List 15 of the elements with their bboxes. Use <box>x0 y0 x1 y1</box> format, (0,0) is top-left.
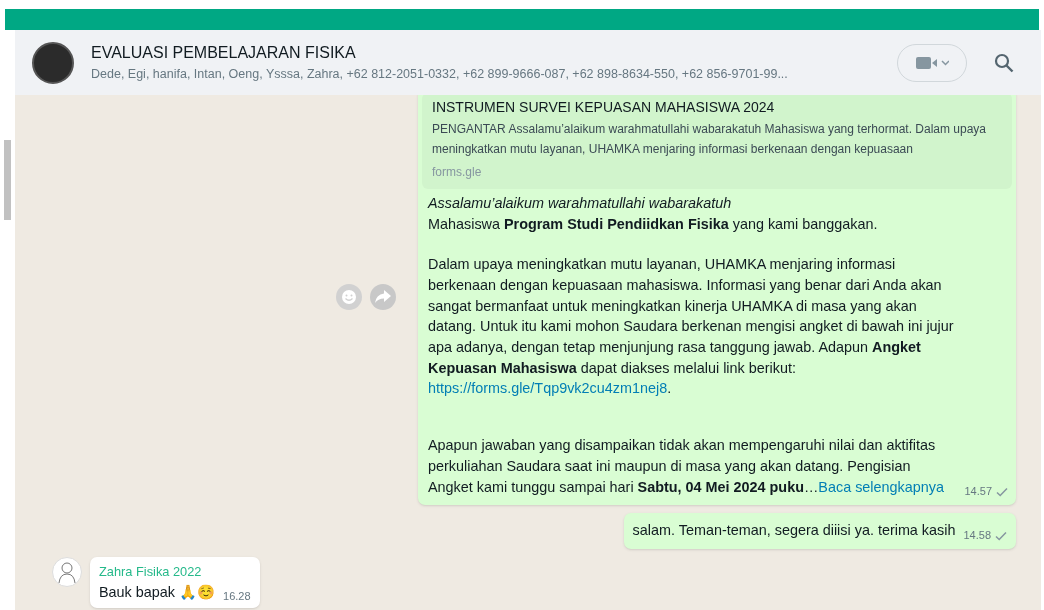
message-text: Assalamu’alaikum warahmatullahi wabarakatuh Mahasiswa Program Studi Pendiidkan Fisika yang kami banggakan. <box>428 193 879 234</box>
sender-name: Zahra Fisika 2022 <box>99 563 203 581</box>
preview-domain: forms.gle <box>432 164 483 182</box>
message-time: 14.57 <box>964 484 992 500</box>
message-text: Bauk bapak 🙏☺ <box>99 583 215 602</box>
message-time: 16.28 <box>223 589 251 604</box>
member-list: Dede, Egi, hanifa, Intan, Oeng, Ysssa, Zahra, +62 812-2051-0332, +62 899-9666-087, +62 898-8634-550, +62 856-9701-99... <box>91 65 868 84</box>
chat-title: EVALUASI PEMBELAJARAN FISIKA <box>91 43 357 64</box>
message-text: salam. Teman-teman, segera diiisi ya. terima kasih <box>632 521 956 541</box>
message-text: Apapun jawaban yang disampaikan tidak akan mempengaruhi nilai dan aktifitas perkuliahan Saudara saat ini maupun di masa yang akan datang. Pengisian Angket kami tunggu sampai hari Sabtu, 04 Mei 2024 puku…Baca selengkapnya <box>428 436 945 497</box>
preview-title: INSTRUMEN SURVEI KEPUASAN MAHASISWA 2024 <box>432 98 776 118</box>
message-time: 14.58 <box>963 528 991 543</box>
message-text: Dalam upaya meningkatkan mutu layanan, UHAMKA menjaring informasi berkenaan dengan kepuasaan mahasiswa. Informasi yang benar dari Anda akan sangat bermanfaat untuk meningkatkan kinerja UHAMKA di masa yang akan datang. Untuk itu kami mohon Saudara berkenan mengisi angket di bawah ini jujur apa adanya, dengan tetap menjunjung rasa tanggung jawab. Adapun Angket Kepuasan Mahasiswa dapat diakses melalui link berikut: https://forms.gle/Tqp9vk2cu4zm1nej8. <box>428 255 955 399</box>
link[interactable]: Baca selengkapnya <box>818 478 944 495</box>
preview-description: PENGANTAR Assalamu’alaikum warahmatullahi wabarakatuh Mahasiswa yang terhormat. Dalam upaya meningkatkan mutu layanan, UHAMKA menjaring informasi berkenaan dengan kepuasaan <box>432 121 988 159</box>
